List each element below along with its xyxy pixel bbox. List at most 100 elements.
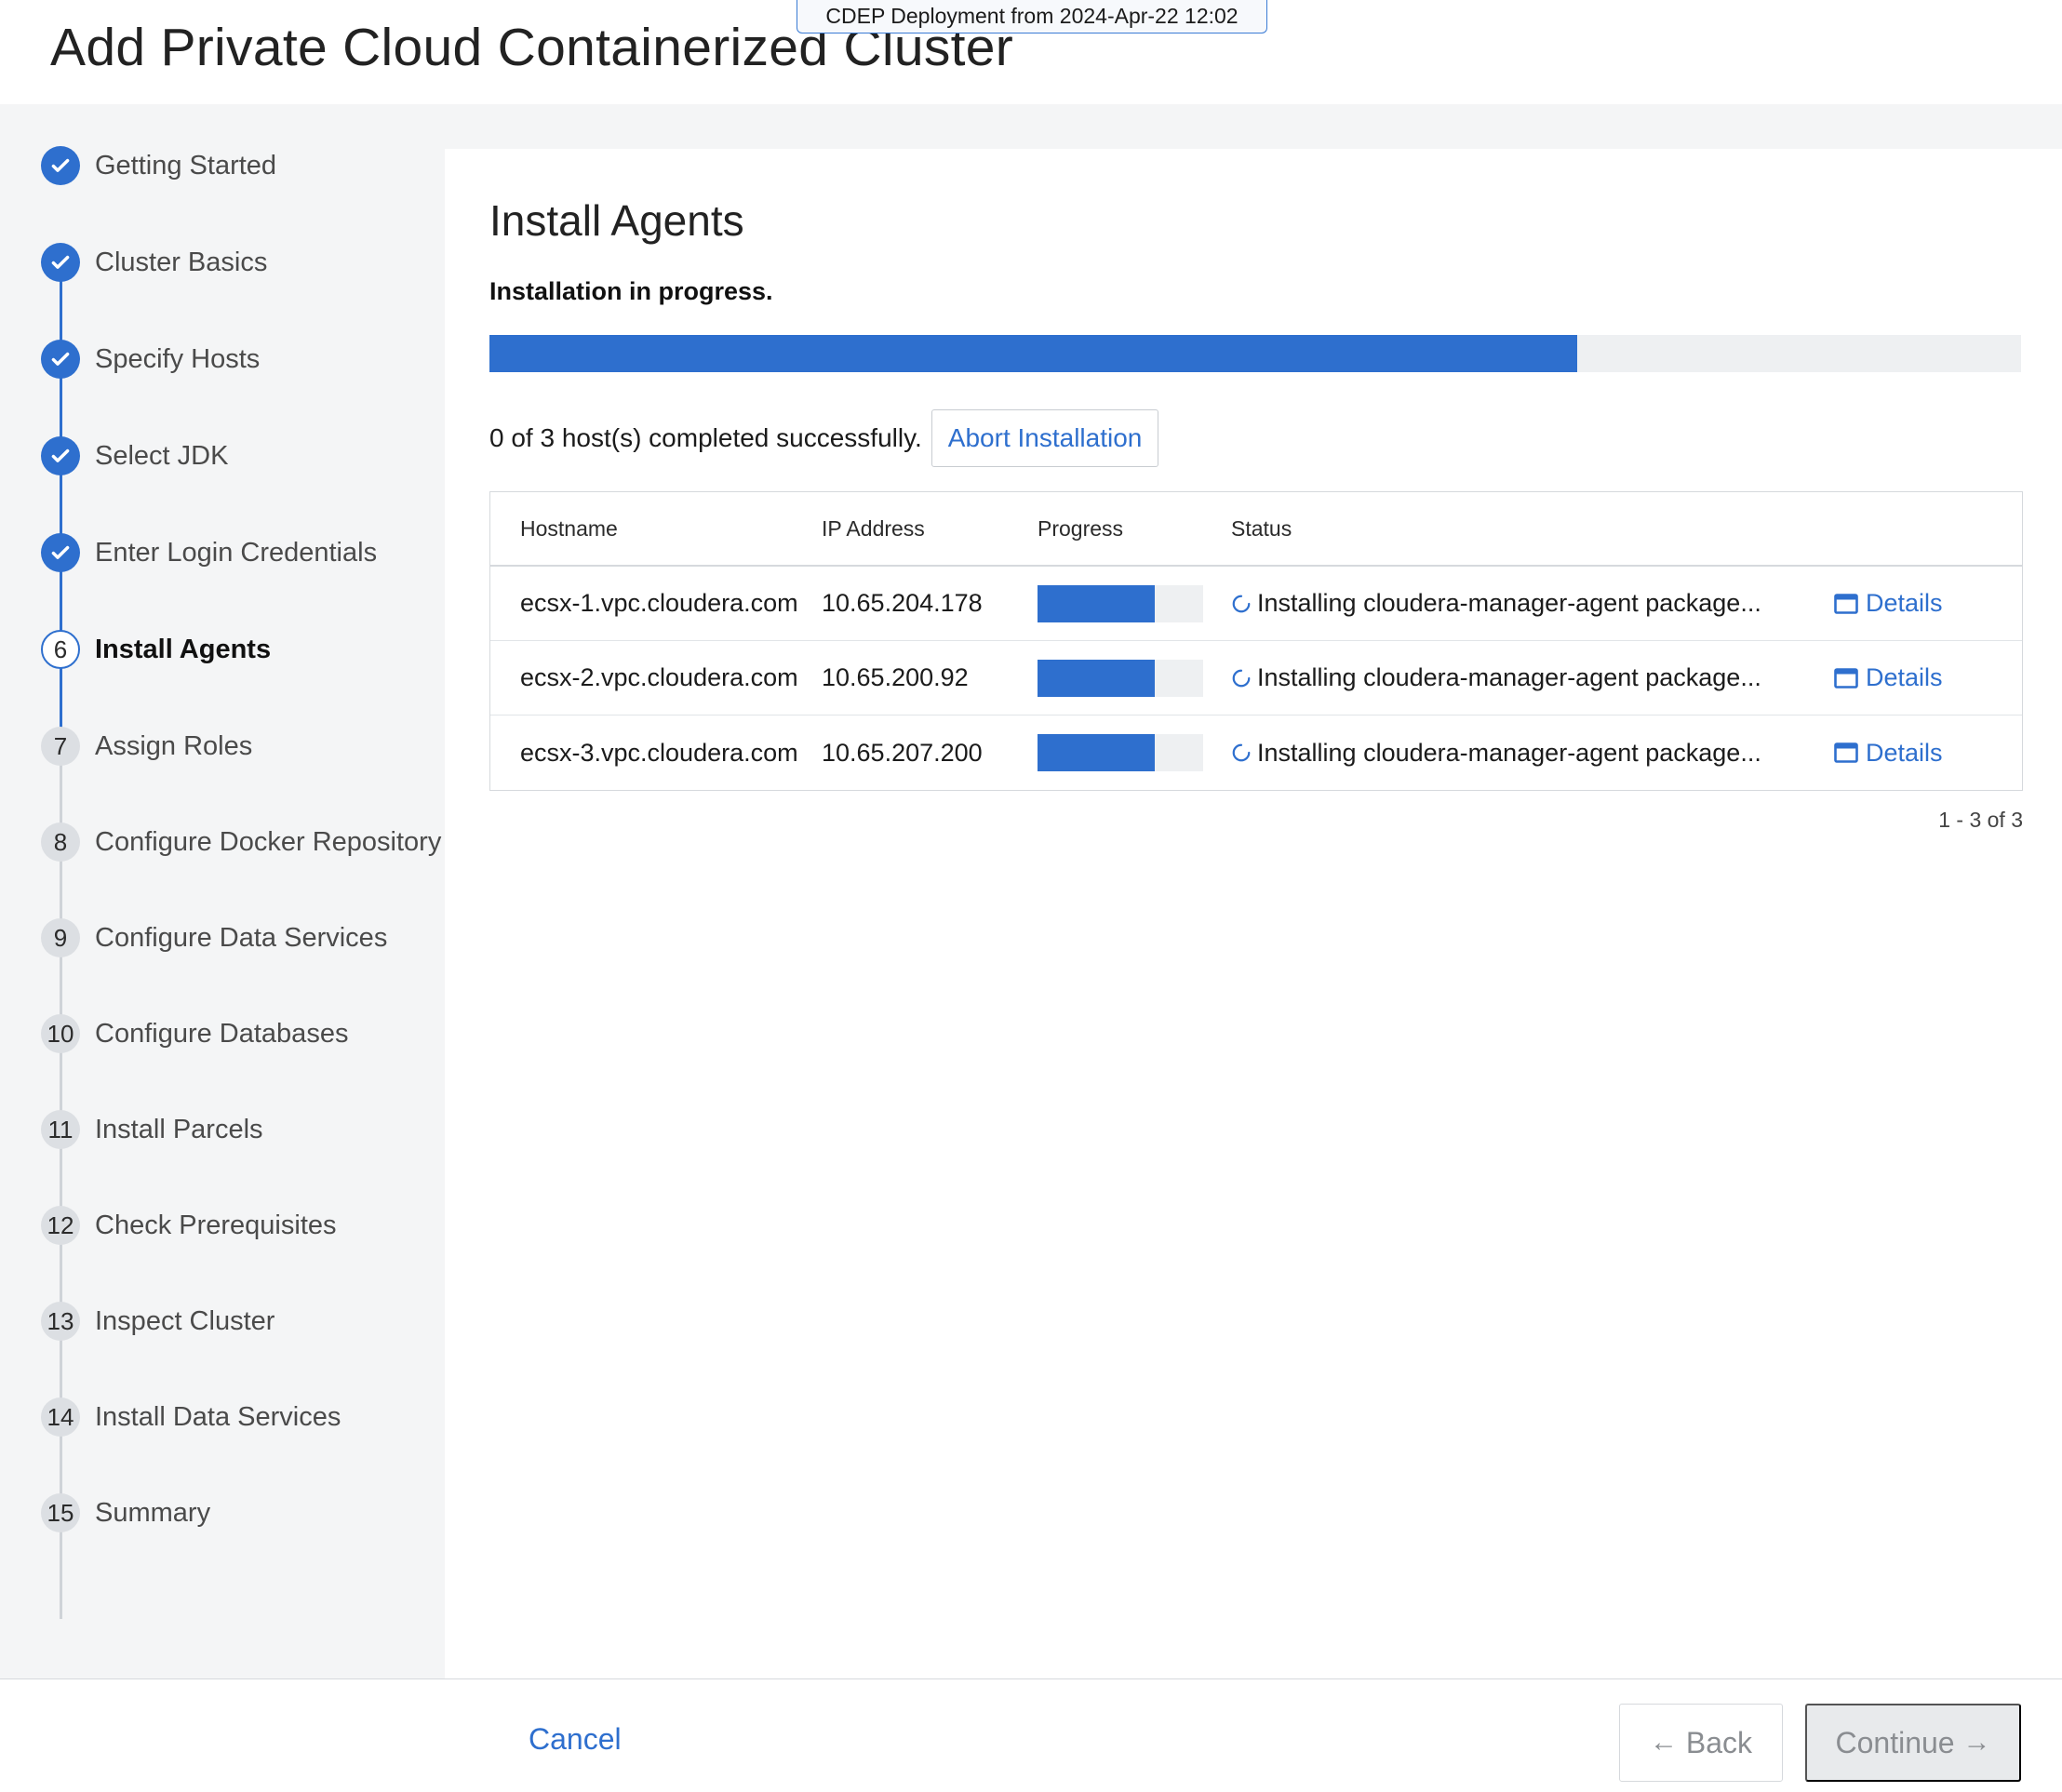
status-text: Installing cloudera-manager-agent packag…	[1257, 663, 1761, 691]
host-progress-fill	[1038, 584, 1156, 622]
step-label: Install Parcels	[95, 1114, 263, 1144]
back-label: Back	[1685, 1725, 1753, 1759]
step-number: 7	[41, 727, 80, 766]
step-label: Summary	[95, 1497, 211, 1528]
step-label: Configure Docker Repository	[95, 826, 442, 857]
step-label: Inspect Cluster	[95, 1305, 275, 1336]
check-circle-icon	[41, 340, 80, 379]
step-label: Configure Data Services	[95, 922, 388, 953]
host-progress-fill	[1038, 734, 1156, 771]
step-number: 10	[41, 1014, 80, 1053]
progress-cell	[1038, 584, 1231, 622]
step-13[interactable]: 13 Inspect Cluster	[41, 1301, 274, 1342]
window-icon	[1834, 593, 1858, 614]
step-number: 14	[41, 1397, 80, 1437]
host-progress-fill	[1038, 659, 1156, 697]
spinner-icon	[1232, 669, 1251, 687]
step-6[interactable]: 6 Install Agents	[41, 629, 271, 670]
installation-status: Installation in progress.	[489, 277, 773, 305]
ip-address-cell: 10.65.204.178	[822, 589, 983, 617]
step-label: Getting Started	[95, 150, 277, 181]
details-link[interactable]: Details	[1834, 589, 2020, 618]
table-row: ecsx-3.vpc.cloudera.com 10.65.207.200 Inst…	[490, 715, 2022, 790]
step-label: Enter Login Credentials	[95, 537, 378, 568]
step-14[interactable]: 14 Install Data Services	[41, 1397, 341, 1438]
continue-button[interactable]: Continue →	[1805, 1704, 2021, 1782]
check-circle-icon	[41, 533, 80, 572]
step-11[interactable]: 11 Install Parcels	[41, 1109, 263, 1150]
step-number: 11	[41, 1110, 80, 1149]
host-progress-bar	[1038, 584, 1203, 622]
arrow-left-icon: ←	[1649, 1727, 1678, 1758]
window-icon	[1834, 742, 1858, 763]
status-cell: Installing cloudera-manager-agent packag…	[1231, 663, 1834, 692]
step-label: Specify Hosts	[95, 343, 261, 374]
step-number: 9	[41, 918, 80, 957]
pagination-info: 1 - 3 of 3	[1938, 808, 2023, 832]
status-cell: Installing cloudera-manager-agent packag…	[1231, 589, 1834, 618]
section-title: Install Agents	[489, 196, 744, 245]
host-progress-bar	[1038, 734, 1203, 771]
hostname-cell: ecsx-2.vpc.cloudera.com	[520, 663, 798, 691]
deployment-tooltip: CDEP Deployment from 2024-Apr-22 12:02	[797, 0, 1267, 33]
step-3[interactable]: Specify Hosts	[41, 339, 260, 380]
main-panel: Install Agents Installation in progress.…	[445, 149, 2062, 1678]
status-text: Installing cloudera-manager-agent packag…	[1257, 738, 1761, 767]
step-label: Select JDK	[95, 440, 229, 471]
step-number: 6	[41, 630, 80, 669]
check-circle-icon	[41, 436, 80, 475]
ip-address-cell: 10.65.200.92	[822, 663, 969, 691]
step-label: Cluster Basics	[95, 247, 268, 277]
step-8[interactable]: 8 Configure Docker Repository	[41, 822, 441, 863]
details-label: Details	[1866, 589, 1943, 617]
host-progress-bar	[1038, 659, 1203, 697]
step-label: Assign Roles	[95, 730, 253, 761]
status-cell: Installing cloudera-manager-agent packag…	[1231, 739, 1834, 768]
step-15[interactable]: 15 Summary	[41, 1492, 210, 1533]
check-circle-icon	[41, 243, 80, 282]
wizard-steps: Getting Started Cluster Basics Specify Hos…	[0, 104, 445, 1678]
continue-label: Continue	[1835, 1725, 1955, 1759]
table-row: ecsx-2.vpc.cloudera.com 10.65.200.92 Insta…	[490, 641, 2022, 715]
step-12[interactable]: 12 Check Prerequisites	[41, 1205, 337, 1246]
details-link[interactable]: Details	[1834, 739, 2020, 768]
details-link[interactable]: Details	[1834, 663, 2020, 692]
window-icon	[1834, 667, 1858, 689]
table-row: ecsx-1.vpc.cloudera.com 10.65.204.178 Inst…	[490, 567, 2022, 641]
column-header-progress[interactable]: Progress	[1038, 516, 1231, 542]
step-2[interactable]: Cluster Basics	[41, 242, 267, 283]
table-header: Hostname IP Address Progress Status	[490, 492, 2022, 567]
progress-cell	[1038, 734, 1231, 771]
step-4[interactable]: Select JDK	[41, 435, 228, 476]
progress-cell	[1038, 659, 1231, 697]
hostname-cell: ecsx-1.vpc.cloudera.com	[520, 589, 798, 617]
spinner-icon	[1232, 595, 1251, 612]
step-5[interactable]: Enter Login Credentials	[41, 532, 377, 573]
wizard-footer: Cancel ← Back Continue →	[0, 1678, 2062, 1792]
step-9[interactable]: 9 Configure Data Services	[41, 917, 387, 958]
step-label: Check Prerequisites	[95, 1210, 337, 1240]
status-text: Installing cloudera-manager-agent packag…	[1257, 589, 1761, 617]
step-number: 13	[41, 1302, 80, 1341]
column-header-hostname[interactable]: Hostname	[490, 516, 822, 542]
step-label: Configure Databases	[95, 1018, 349, 1049]
spinner-icon	[1232, 743, 1251, 762]
step-7[interactable]: 7 Assign Roles	[41, 726, 252, 767]
step-number: 8	[41, 822, 80, 862]
overall-progress-bar	[489, 335, 2021, 372]
summary-row: 0 of 3 host(s) completed successfully. A…	[489, 409, 1159, 467]
abort-installation-button[interactable]: Abort Installation	[931, 409, 1159, 467]
back-button[interactable]: ← Back	[1619, 1704, 1783, 1782]
step-10[interactable]: 10 Configure Databases	[41, 1013, 348, 1054]
step-label: Install Agents	[95, 634, 272, 664]
step-number: 15	[41, 1493, 80, 1532]
ip-address-cell: 10.65.207.200	[822, 738, 983, 767]
overall-progress-fill	[489, 335, 1577, 372]
step-1[interactable]: Getting Started	[41, 145, 276, 186]
column-header-ip-address[interactable]: IP Address	[822, 516, 1038, 542]
column-header-status[interactable]: Status	[1231, 516, 1834, 542]
step-label: Install Data Services	[95, 1401, 341, 1432]
arrow-right-icon: →	[1962, 1727, 1991, 1758]
details-label: Details	[1866, 738, 1943, 767]
cancel-link[interactable]: Cancel	[529, 1722, 622, 1757]
